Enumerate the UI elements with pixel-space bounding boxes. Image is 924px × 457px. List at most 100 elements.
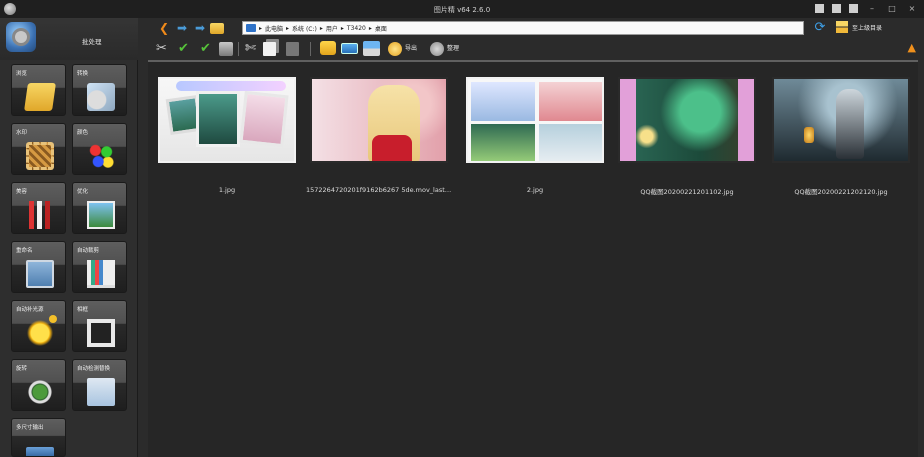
folder-image-icon <box>24 83 56 111</box>
tile-auto-light[interactable]: 自动补光源 <box>11 300 66 352</box>
multi-size-icon <box>26 447 54 456</box>
path-separator: ▸ <box>319 24 323 32</box>
delete-icon[interactable] <box>219 42 233 56</box>
path-separator: ▸ <box>340 24 344 32</box>
file-item[interactable]: 1.jpg <box>154 75 300 195</box>
tile-label: 转换 <box>77 71 89 77</box>
breadcrumb-item[interactable]: 此电脑 <box>265 24 283 33</box>
breadcrumb-item[interactable]: 桌面 <box>375 24 387 33</box>
thumbnail-detail <box>539 82 602 121</box>
tile-label: 多尺寸输出 <box>16 425 44 431</box>
window-title: 图片精 v64 2.6.0 <box>433 6 491 14</box>
tile-label: 水印 <box>16 130 28 136</box>
paste-icon[interactable] <box>286 42 299 56</box>
tile-convert[interactable]: 转换 <box>72 64 127 116</box>
tile-browse[interactable]: 浏览 <box>11 64 66 116</box>
next-arrow-icon[interactable]: ➡ <box>192 21 208 36</box>
print-icon[interactable] <box>363 41 380 56</box>
left-panel-header: 批处理 <box>0 18 138 60</box>
tile-label: 自动裁剪 <box>77 248 100 254</box>
close-button[interactable]: × <box>906 3 918 14</box>
parent-folder-icon <box>836 21 848 33</box>
refresh-icon[interactable]: ⟳ <box>812 20 828 36</box>
export-icon <box>388 41 402 56</box>
file-item[interactable]: 2.jpg <box>462 75 608 195</box>
new-folder-icon[interactable] <box>320 41 336 55</box>
file-item[interactable]: QQ截图20200221201102.jpg <box>614 75 760 196</box>
back-arrow-icon[interactable]: ❮ <box>156 21 172 36</box>
tile-multi-size[interactable]: 多尺寸输出 <box>11 418 66 457</box>
organize-button[interactable]: 整理 <box>430 40 459 57</box>
title-bar: 图片精 v64 2.6.0 – □ × <box>0 0 924 18</box>
file-item[interactable]: QQ截图20200221202120.jpg <box>768 75 914 196</box>
cut-icon[interactable]: ✄ <box>242 40 259 57</box>
thumbnail-image[interactable] <box>310 77 448 163</box>
watermark-icon <box>26 142 54 170</box>
breadcrumb-item[interactable]: 用户 <box>326 24 338 33</box>
tile-color[interactable]: 颜色 <box>72 123 127 175</box>
tile-label: 颜色 <box>77 130 89 136</box>
thumbnail-detail <box>471 82 535 121</box>
window-controls: – □ × <box>815 3 918 14</box>
tile-beauty[interactable]: 美容 <box>11 182 66 234</box>
path-separator: ▸ <box>259 24 263 32</box>
thumbnail-detail <box>239 90 289 148</box>
parent-directory-button[interactable]: 至上级目录 <box>836 21 882 33</box>
minimize-button[interactable]: – <box>866 3 878 14</box>
tile-rename[interactable]: 重命名 <box>11 241 66 293</box>
export-button[interactable]: 导出 <box>388 40 417 57</box>
tile-auto-replace[interactable]: 自动检测替换 <box>72 359 127 411</box>
tools-icon[interactable]: ✂ <box>153 40 170 57</box>
convert-icon <box>87 83 115 111</box>
toolbar-divider <box>238 42 239 56</box>
navigation-bar: ❮ ➡ ➡ ▸ 此电脑 ▸ 系统 (C:) ▸ 用户 ▸ T3420 ▸ 桌面 … <box>148 20 924 38</box>
invert-select-icon[interactable]: ✔ <box>197 40 214 57</box>
tile-auto-crop[interactable]: 自动裁剪 <box>72 241 127 293</box>
light-bulb-icon <box>26 319 54 347</box>
toolbar: ✂ ✔ ✔ ✄ 导出 整理 ▲ <box>148 38 924 60</box>
file-name: 1572264720201f9162b6267 5de.mov_last8... <box>306 186 452 194</box>
file-grid: 1.jpg 1572264720201f9162b6267 5de.mov_la… <box>148 62 918 457</box>
maximize-button[interactable]: □ <box>886 3 898 14</box>
optimize-picture-icon <box>87 201 115 229</box>
address-bar[interactable]: ▸ 此电脑 ▸ 系统 (C:) ▸ 用户 ▸ T3420 ▸ 桌面 <box>242 21 804 35</box>
copy-icon[interactable] <box>263 42 276 56</box>
thumbnail-detail <box>620 79 636 161</box>
thumbnail-detail <box>471 124 535 161</box>
thumbnail-image[interactable] <box>772 77 910 163</box>
thumbnail-image[interactable] <box>466 77 604 163</box>
thumbnail-detail <box>738 79 754 161</box>
breadcrumb-item[interactable]: T3420 <box>347 25 366 32</box>
card-icon[interactable] <box>341 43 358 54</box>
file-name: QQ截图20200221201102.jpg <box>640 188 734 196</box>
tile-optimize[interactable]: 优化 <box>72 182 127 234</box>
open-folder-icon[interactable] <box>210 23 224 34</box>
breadcrumb-item[interactable]: 系统 (C:) <box>292 24 317 33</box>
parent-directory-label: 至上级目录 <box>852 24 883 32</box>
thumbnail-detail <box>804 127 814 143</box>
tile-label: 旋转 <box>16 366 28 372</box>
collapse-icon[interactable]: ▲ <box>908 41 916 55</box>
thumbnail-detail <box>196 91 240 147</box>
path-separator: ▸ <box>368 24 372 32</box>
thumbnail-image[interactable] <box>618 77 756 163</box>
tile-rotate[interactable]: 旋转 <box>11 359 66 411</box>
file-item[interactable]: 1572264720201f9162b6267 5de.mov_last8... <box>306 75 452 195</box>
left-tool-panel: 批处理 浏览 转换 水印 颜色 美容 优化 重命名 自动裁剪 自动补光源 相框 <box>0 18 138 457</box>
menu-icon[interactable] <box>849 4 858 13</box>
path-separator: ▸ <box>286 24 290 32</box>
organize-icon <box>430 41 444 56</box>
export-label: 导出 <box>405 45 418 52</box>
thumbnail-detail <box>176 81 286 91</box>
lipstick-icon <box>26 201 54 229</box>
thumbnail-image[interactable] <box>158 77 296 163</box>
skin-icon[interactable] <box>815 4 824 13</box>
thumbnail-detail <box>539 124 602 161</box>
layout-icon[interactable] <box>832 4 841 13</box>
select-all-icon[interactable]: ✔ <box>175 40 192 57</box>
forward-arrow-icon[interactable]: ➡ <box>174 21 190 36</box>
tile-frame[interactable]: 相框 <box>72 300 127 352</box>
panel-title: 批处理 <box>82 38 102 46</box>
tile-label: 相框 <box>77 307 89 313</box>
tile-watermark[interactable]: 水印 <box>11 123 66 175</box>
